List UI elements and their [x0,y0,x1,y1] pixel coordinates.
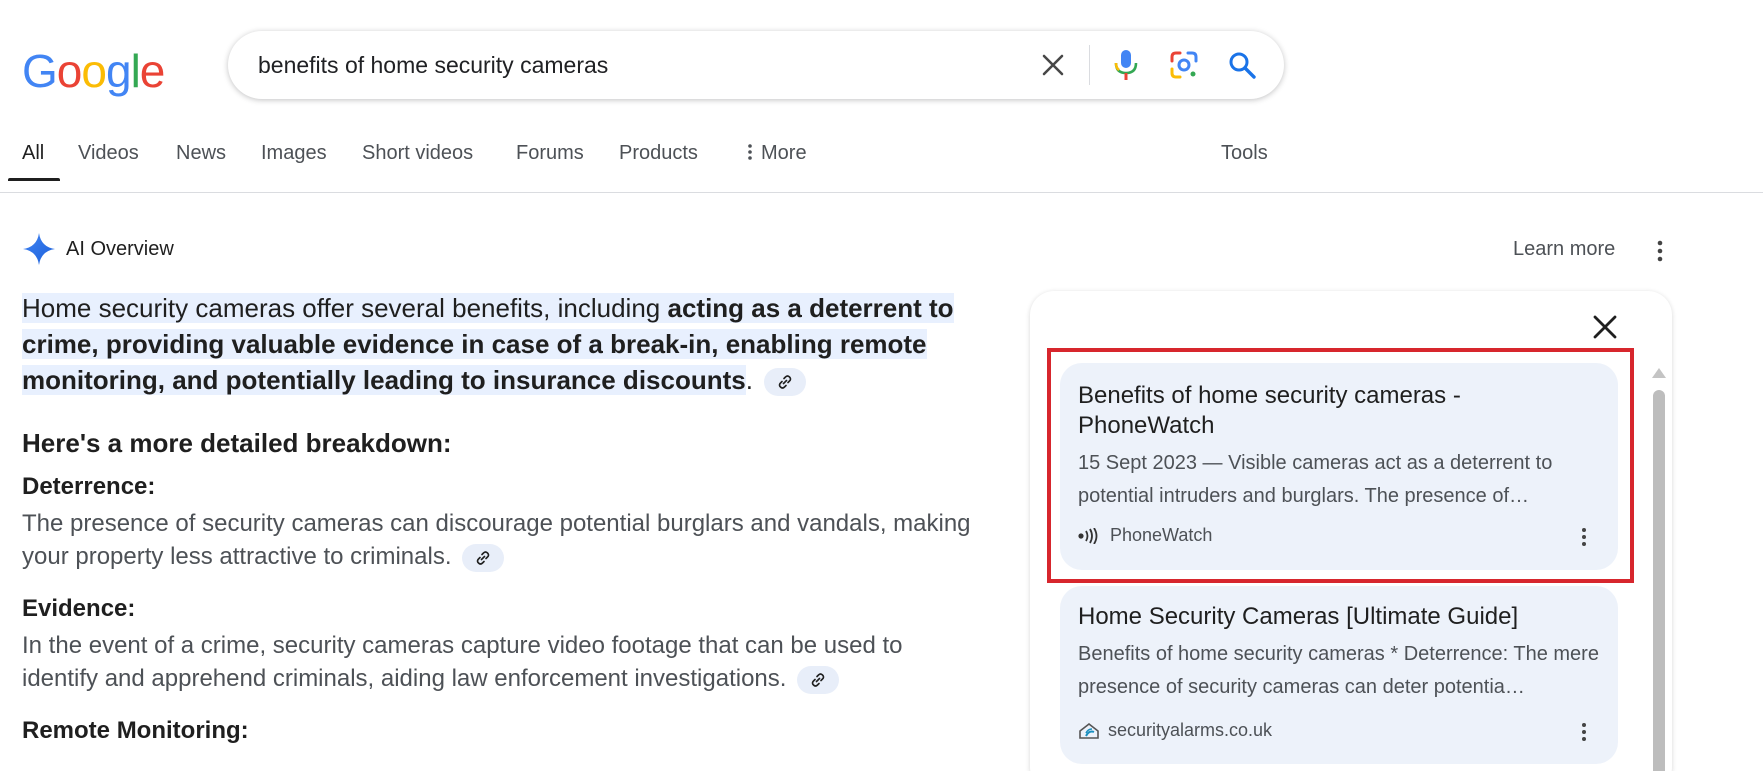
tab-videos[interactable]: Videos [78,142,139,165]
google-logo[interactable]: G o o g l e [22,44,165,97]
ai-overview-title: AI Overview [66,237,174,260]
scroll-up-arrow[interactable] [1652,368,1666,378]
logo-letter: o [81,45,107,97]
close-icon[interactable] [1031,43,1075,87]
search-input[interactable]: benefits of home security cameras [258,52,608,79]
source-link-chip[interactable] [797,665,840,694]
mic-icon[interactable] [1104,43,1148,87]
lens-icon[interactable] [1162,43,1206,87]
search-box[interactable]: benefits of home security cameras [228,31,1284,99]
section-title: Evidence: [22,595,136,622]
panel-scrollbar-thumb[interactable] [1653,390,1665,771]
tab-short-videos[interactable]: Short videos [362,142,473,165]
source-link-chip[interactable] [764,368,807,397]
source-card-source: securityalarms.co.uk [1078,720,1272,741]
ai-overview-intro: Home security cameras offer several bene… [22,290,972,398]
learn-more-link[interactable]: Learn more [1513,238,1615,261]
breakdown-heading: Here's a more detailed breakdown: [22,428,452,458]
search-icon[interactable] [1220,43,1264,87]
tab-products[interactable]: Products [619,142,698,165]
link-icon [778,375,792,389]
logo-letter: o [56,45,83,97]
ai-overview-header: AI Overview [22,232,174,266]
securityalarms-icon [1079,722,1099,739]
intro-text: Home security cameras offer several bene… [22,293,668,323]
ai-overview-content: Home security cameras offer several bene… [22,290,972,745]
section-remote-monitoring: Remote Monitoring: [22,717,972,745]
logo-letter: g [105,45,132,97]
close-icon[interactable] [1587,309,1623,345]
tab-news[interactable]: News [176,142,226,165]
sparkle-icon [23,233,55,265]
source-name: securityalarms.co.uk [1108,720,1273,740]
link-icon [476,550,490,565]
search-tabs: All Videos News Images Short videos Foru… [0,130,1763,184]
source-card[interactable]: Home Security Cameras [Ultimate Guide] B… [1060,586,1618,764]
active-tab-indicator [8,178,60,181]
section-evidence: Evidence: In the event of a crime, secur… [22,595,972,695]
logo-letter: l [130,45,141,97]
section-body: In the event of a crime, security camera… [22,629,972,695]
link-icon [811,672,825,687]
tabs-divider [0,192,1763,193]
source-card-snippet: Benefits of home security cameras * Dete… [1078,643,1599,698]
logo-letter: G [22,45,58,97]
tab-more-label: More [761,142,807,164]
section-title: Remote Monitoring: [22,717,249,744]
more-vert-icon [748,144,752,160]
search-divider [1089,45,1090,85]
more-options-icon[interactable] [1648,236,1672,266]
card-more-options-icon[interactable] [1574,718,1594,746]
tab-more[interactable]: More [745,142,807,165]
intro-end: . [745,365,753,395]
logo-letter: e [139,45,166,97]
source-link-chip[interactable] [462,543,505,572]
tools-button[interactable]: Tools [1221,142,1268,165]
section-text: In the event of a crime, security camera… [22,632,903,692]
source-card-title[interactable]: Home Security Cameras [Ultimate Guide] [1078,602,1598,632]
tab-all[interactable]: All [22,142,44,165]
section-title: Deterrence: [22,473,156,500]
section-deterrence: Deterrence: The presence of security cam… [22,473,972,573]
section-body: The presence of security cameras can dis… [22,507,972,573]
tab-images[interactable]: Images [261,142,327,165]
selection-highlight-box [1047,348,1634,583]
tab-forums[interactable]: Forums [516,142,584,165]
